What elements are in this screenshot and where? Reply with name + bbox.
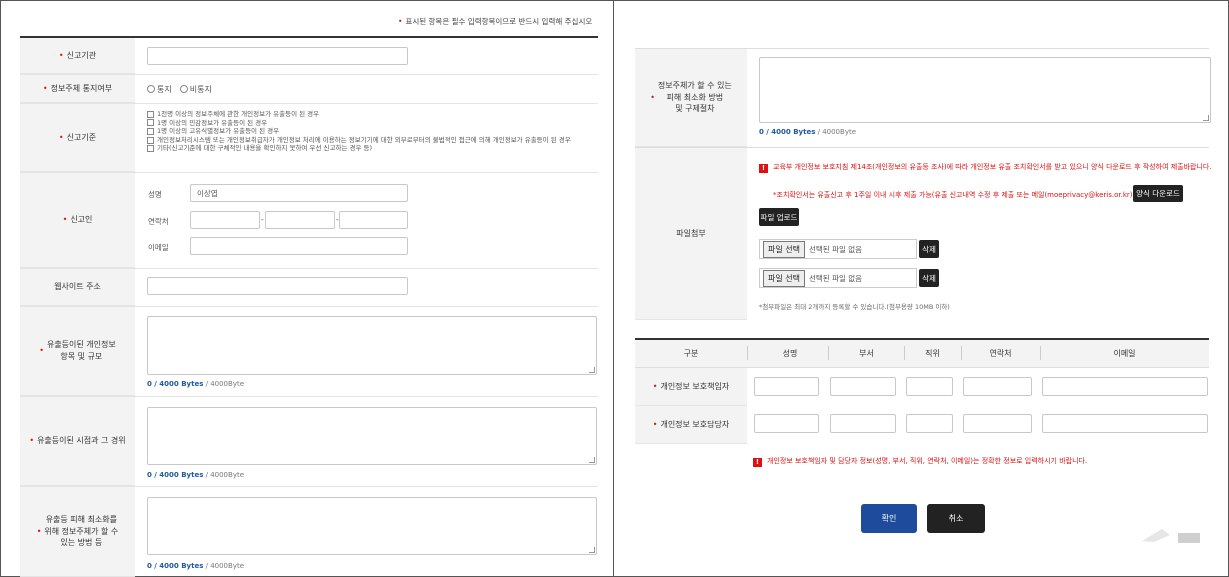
criteria-checkbox-list: 1천명 이상의 정보주체에 관한 개인정보가 유출등이 된 경우 1명 이상의 …	[147, 110, 571, 153]
manager-email-input[interactable]	[1042, 377, 1208, 396]
contact-dash: -	[261, 215, 264, 224]
remedy-label: • 정보주체가 할 수 있는 피해 최소화 방법 및 구제절차	[635, 49, 747, 147]
file-pick-button[interactable]: 파일 선택	[763, 240, 805, 258]
attach-notice: ! 교육부 개인정보 보호지침 제14조(개인정보의 유출등 조사)에 따라 개인…	[759, 162, 1215, 173]
remedy-byte-count: 0 / 4000 Bytes / 4000Byte	[759, 128, 857, 136]
manager-position-input[interactable]	[906, 377, 953, 396]
attach-limit-note: *첨부파일은 최대 2개까지 등록할 수 있습니다.(첨부용량 10MB 이하)	[759, 303, 950, 311]
officer-position-input[interactable]	[906, 414, 953, 433]
attach-label: 파일첨부	[635, 148, 747, 320]
criteria-label: • 신고기준	[20, 104, 135, 172]
table-header-category: 구분	[683, 348, 699, 358]
minimize-label: • 유출등 피해 최소화를 위해 정보주체가 할 수 있는 방법 등	[20, 487, 135, 577]
warning-icon: !	[753, 458, 762, 467]
table-header-position: 직위	[925, 348, 940, 358]
confirm-button[interactable]: 확인	[861, 504, 917, 533]
remedy-textarea[interactable]	[759, 57, 1211, 123]
file-input-1[interactable]: 파일 선택 선택된 파일 없음	[759, 239, 917, 259]
minimize-byte-count: 0 / 4000 Bytes / 4000Byte	[147, 562, 245, 570]
criteria-item[interactable]: 기타(신고기준에 대한 구체적인 내용을 확인하지 못하여 우선 신고하는 경우…	[147, 144, 571, 153]
agency-input[interactable]	[147, 47, 408, 65]
header-separator	[747, 346, 748, 360]
cancel-button[interactable]: 취소	[927, 504, 985, 533]
timing-byte-count: 0 / 4000 Bytes / 4000Byte	[147, 471, 245, 479]
file-input-2[interactable]: 파일 선택 선택된 파일 없음	[759, 268, 917, 288]
reporter-label: • 신고인	[20, 173, 135, 268]
officer-contact-input[interactable]	[963, 414, 1032, 433]
file-row-1: 파일 선택 선택된 파일 없음	[759, 239, 917, 259]
leaked-items-byte-count: 0 / 4000 Bytes / 4000Byte	[147, 380, 245, 388]
officer-email-input[interactable]	[1042, 414, 1208, 433]
leaked-items-label: • 유출등이된 개인정보 항목 및 규모	[20, 307, 135, 396]
agency-label: • 신고기관	[20, 38, 135, 74]
email-label: 이메일	[148, 243, 169, 252]
contact-label: 연락처	[148, 217, 169, 226]
file-pick-button[interactable]: 파일 선택	[763, 269, 805, 287]
website-input[interactable]	[147, 277, 408, 295]
criteria-item[interactable]: 1천명 이상의 정보주체에 관한 개인정보가 유출등이 된 경우	[147, 110, 571, 119]
manager-dept-input[interactable]	[830, 377, 896, 396]
download-form-button[interactable]: 양식 다운로드	[1133, 185, 1183, 202]
table-notice: ! 개인정보 보호책임자 및 담당자 정보(성명, 부서, 직위, 연락처, 이메…	[753, 456, 1087, 467]
table-header-dept: 부서	[859, 348, 874, 358]
table-row-label-officer: • 개인정보 보호담당자	[635, 406, 747, 444]
manager-contact-input[interactable]	[963, 377, 1032, 396]
name-label: 성명	[148, 190, 162, 199]
website-label: 웹사이트 주소	[20, 269, 135, 306]
contact-input-3[interactable]	[339, 211, 408, 229]
table-row-label-manager: • 개인정보 보호책임자	[635, 368, 747, 406]
watermark-icon	[1142, 529, 1200, 543]
manager-name-input[interactable]	[754, 377, 819, 396]
file-upload-button[interactable]: 파일 업로드	[759, 208, 799, 226]
contact-input-2[interactable]	[265, 211, 335, 229]
warning-icon: !	[759, 164, 768, 173]
email-input[interactable]	[190, 237, 408, 255]
notify-radio-group: 통지 비통지	[147, 84, 212, 95]
criteria-item[interactable]: 1명 이상의 민감정보가 유출등이 된 경우	[147, 119, 571, 128]
officer-name-input[interactable]	[754, 414, 819, 433]
contact-input-1[interactable]	[190, 211, 260, 229]
table-header-contact: 연락처	[989, 348, 1012, 358]
notify-option-yes[interactable]: 통지	[147, 84, 172, 95]
timing-label: • 유출등이된 시점과 그 경위	[20, 397, 135, 486]
criteria-item[interactable]: 1명 이상의 고유식별정보가 유출등이 된 경우	[147, 127, 571, 136]
minimize-textarea[interactable]	[147, 497, 597, 555]
timing-textarea[interactable]	[147, 407, 597, 465]
delete-file-button[interactable]: 삭제	[919, 240, 939, 258]
table-header-email: 이메일	[1113, 348, 1136, 358]
notify-label: • 정보주체 통지여부	[20, 75, 135, 103]
required-note: • 표시된 항목은 필수 입력항목이므로 반드시 입력해 주십시오	[398, 17, 593, 26]
notify-option-no[interactable]: 비통지	[179, 84, 212, 95]
officer-dept-input[interactable]	[830, 414, 896, 433]
file-row-2: 파일 선택 선택된 파일 없음	[759, 268, 917, 288]
name-input[interactable]: 이상엽	[190, 184, 408, 202]
table-header-name: 성명	[782, 348, 798, 358]
panel-divider	[613, 0, 614, 577]
attach-notice-sub: *조치확인서는 유출신고 후 1주일 이내 시후 제출 가능(유출 신고내역 수…	[773, 191, 1149, 199]
leaked-items-textarea[interactable]	[147, 316, 597, 375]
delete-file-button[interactable]: 삭제	[919, 269, 939, 287]
